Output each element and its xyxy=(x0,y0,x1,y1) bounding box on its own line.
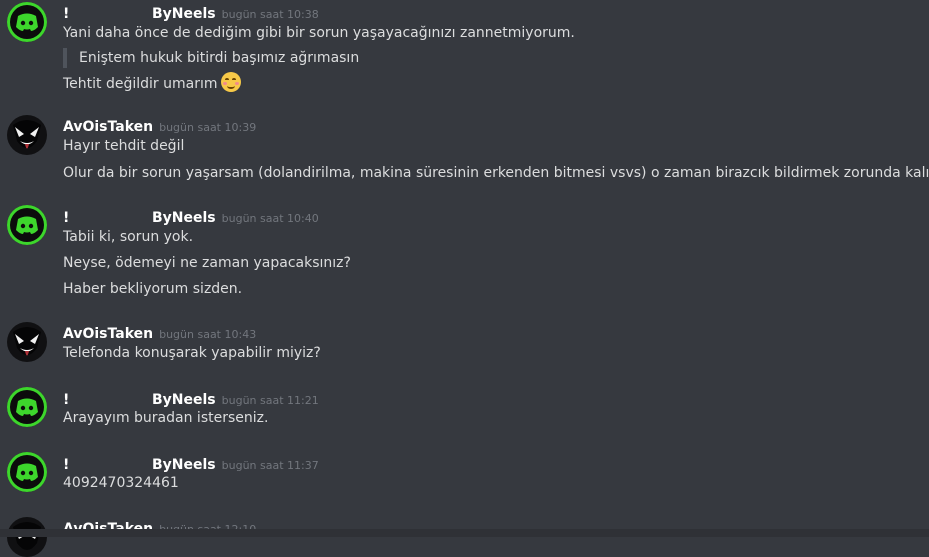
timestamp: bugün saat 10:40 xyxy=(221,212,319,225)
message-header: ! ByNeels bugün saat 11:37 xyxy=(63,454,319,474)
message-text: Olur da bir sorun yaşarsam (dolandirilma… xyxy=(63,165,929,181)
timestamp: bugün saat 10:43 xyxy=(159,328,257,341)
username-prefix[interactable]: ! xyxy=(63,210,152,226)
username-prefix[interactable]: ! xyxy=(63,457,152,473)
message-text: Tabii ki, sorun yok. xyxy=(63,229,194,245)
chat-window: { "messages": [ { "avatar": "discord-log… xyxy=(0,0,929,557)
timestamp: bugün saat 11:37 xyxy=(221,459,319,472)
username[interactable]: AvOisTaken xyxy=(63,326,153,342)
timestamp: bugün saat 10:38 xyxy=(221,8,319,21)
quote-block: Eniştem hukuk bitirdi başımız ağrımasın xyxy=(63,48,359,68)
message-header: ! ByNeels bugün saat 10:40 xyxy=(63,207,319,227)
quote-text: Eniştem hukuk bitirdi başımız ağrımasın xyxy=(79,50,360,66)
username[interactable]: ByNeels xyxy=(152,457,216,473)
message-header: AvOisTaken bugün saat 10:39 xyxy=(63,116,256,136)
username-prefix[interactable]: ! xyxy=(63,392,152,408)
message-text-with-emoji: Tehtit değildir umarım xyxy=(63,72,241,93)
venom-avatar[interactable] xyxy=(7,115,47,155)
message-text: Hayır tehdit değil xyxy=(63,138,185,154)
message-text: Telefonda konuşarak yapabilir miyiz? xyxy=(63,345,321,361)
username[interactable]: ByNeels xyxy=(152,392,216,408)
message-header: ! ByNeels bugün saat 10:38 xyxy=(63,3,319,23)
username[interactable]: AvOisTaken xyxy=(63,119,153,135)
discord-logo-icon[interactable] xyxy=(7,2,47,42)
timestamp: bugün saat 11:21 xyxy=(221,394,319,407)
message-header: AvOisTaken bugün saat 10:43 xyxy=(63,323,256,343)
message-text: Haber bekliyorum sizden. xyxy=(63,281,243,297)
username-prefix[interactable]: ! xyxy=(63,6,152,22)
discord-logo-icon[interactable] xyxy=(7,205,47,245)
discord-logo-icon[interactable] xyxy=(7,387,47,427)
username[interactable]: ByNeels xyxy=(152,210,216,226)
message-text: Arayayım buradan isterseniz. xyxy=(63,410,269,426)
message-text: Neyse, ödemeyi ne zaman yapacaksınız? xyxy=(63,255,351,271)
message-text: 4092470324461 xyxy=(63,475,179,491)
timestamp: bugün saat 10:39 xyxy=(159,121,257,134)
venom-avatar[interactable] xyxy=(7,517,47,557)
venom-avatar[interactable] xyxy=(7,322,47,362)
message-text: Yani daha önce de dediğim gibi bir sorun… xyxy=(63,25,575,41)
message-header: ! ByNeels bugün saat 11:21 xyxy=(63,389,319,409)
username[interactable]: ByNeels xyxy=(152,6,216,22)
horizontal-scrollbar[interactable] xyxy=(0,529,929,537)
smiling-face-with-blush-icon[interactable] xyxy=(220,72,241,92)
discord-logo-icon[interactable] xyxy=(7,452,47,492)
message-text: Tehtit değildir umarım xyxy=(63,76,218,92)
